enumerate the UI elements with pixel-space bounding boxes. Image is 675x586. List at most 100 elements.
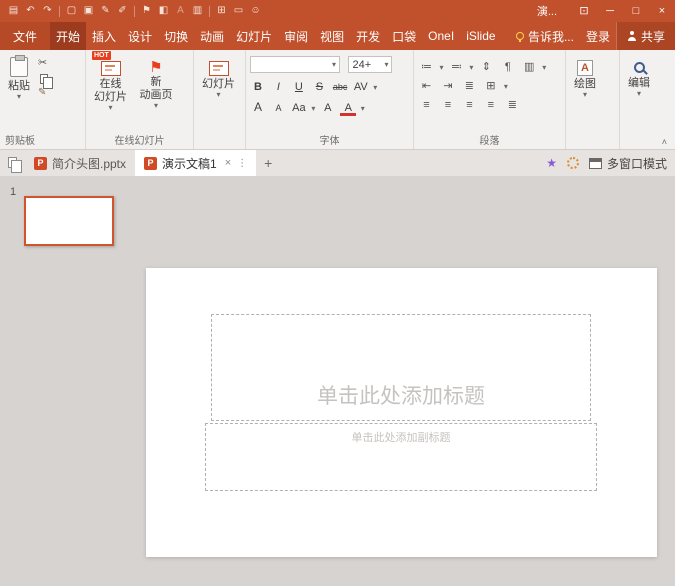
- login-button[interactable]: 登录: [580, 22, 616, 50]
- slide-canvas[interactable]: 单击此处添加标题 单击此处添加副标题: [146, 268, 657, 557]
- online-slides-group-label: 在线幻灯片: [86, 132, 193, 147]
- new-animation-label-line1: 新: [150, 76, 161, 89]
- tab-options-icon[interactable]: ⋮: [237, 158, 247, 169]
- minimize-button[interactable]: ─: [597, 0, 623, 22]
- new-animation-page-button[interactable]: ⚑ 新 动画页 ▾: [135, 56, 176, 111]
- paragraph-spacing-button[interactable]: ≣: [461, 78, 478, 93]
- drawing-button[interactable]: A 绘图 ▾: [570, 56, 600, 100]
- flag-icon[interactable]: ⚑: [138, 3, 155, 19]
- increase-indent-button[interactable]: ⇥: [439, 78, 456, 93]
- collapse-ribbon-button[interactable]: ˄: [662, 137, 667, 147]
- copy-icon[interactable]: [40, 74, 48, 84]
- clipboard-group-label: 剪贴板: [0, 132, 85, 147]
- close-tab-icon[interactable]: ×: [225, 157, 231, 169]
- align-left-button[interactable]: ≡: [418, 98, 435, 113]
- char-spacing-button[interactable]: AV: [353, 80, 369, 95]
- drawing-icon: A: [577, 60, 593, 76]
- bullets-button[interactable]: ≔: [418, 59, 435, 74]
- font-group: ▾ 24+ ▾ B I U S abc AV ▾ A A Aa ▾ A A ▾ …: [246, 50, 414, 149]
- paste-button[interactable]: 粘贴 ▾: [4, 56, 34, 102]
- tab-onei[interactable]: OneI: [422, 22, 460, 50]
- text-effects-button[interactable]: A: [320, 101, 336, 116]
- italic-button[interactable]: I: [270, 80, 286, 95]
- font-color-icon[interactable]: A: [172, 3, 189, 19]
- window-title: 演...: [537, 3, 571, 19]
- hot-badge: HOT: [92, 51, 111, 60]
- columns-button[interactable]: ▥: [521, 59, 538, 74]
- title-placeholder[interactable]: 单击此处添加标题: [211, 314, 591, 421]
- gear-icon[interactable]: [567, 157, 579, 169]
- decrease-indent-button[interactable]: ⇤: [418, 78, 435, 93]
- subtitle-placeholder[interactable]: 单击此处添加副标题: [205, 423, 597, 491]
- editing-button[interactable]: 编辑 ▾: [624, 56, 654, 99]
- fill-color-icon[interactable]: ◧: [155, 3, 172, 19]
- magic-wand-icon[interactable]: ★: [546, 156, 557, 170]
- chevron-down-icon: ▾: [108, 104, 112, 112]
- chevron-down-icon: ▾: [332, 61, 336, 69]
- align-right-button[interactable]: ≡: [461, 98, 478, 113]
- maximize-button[interactable]: □: [623, 0, 649, 22]
- magnifier-icon: [634, 62, 645, 73]
- underline-button[interactable]: U: [291, 80, 307, 95]
- user-icon[interactable]: ☺: [247, 3, 264, 19]
- align-center-button[interactable]: ≡: [439, 98, 456, 113]
- chevron-down-icon: ▾: [373, 83, 377, 92]
- numbering-button[interactable]: ≕: [448, 59, 465, 74]
- font-name-combo[interactable]: ▾: [250, 56, 340, 73]
- close-button[interactable]: ×: [649, 0, 675, 22]
- online-slides-button[interactable]: 在线 幻灯片 ▾: [90, 56, 131, 113]
- tab-review[interactable]: 审阅: [278, 22, 314, 50]
- justify-button[interactable]: ≡: [482, 98, 499, 113]
- shrink-font-button[interactable]: A: [270, 101, 286, 116]
- slide-icon: [209, 61, 229, 76]
- print-icon[interactable]: ▣: [80, 3, 97, 19]
- distribute-button[interactable]: ≣: [504, 97, 521, 112]
- tab-view[interactable]: 视图: [314, 22, 350, 50]
- save-icon[interactable]: ▤: [5, 3, 22, 19]
- tab-file[interactable]: 文件: [0, 22, 50, 50]
- window-icon: [589, 158, 602, 169]
- document-list-icon[interactable]: [8, 157, 17, 168]
- new-document-icon[interactable]: ▢: [63, 3, 80, 19]
- tab-design[interactable]: 设计: [122, 22, 158, 50]
- table-grid-icon[interactable]: ⊞: [213, 3, 230, 19]
- chevron-down-icon: ▾: [361, 104, 365, 113]
- change-case-button[interactable]: Aa: [291, 101, 307, 116]
- chevron-down-icon: ▾: [583, 91, 587, 99]
- restore-down-button[interactable]: ⊡: [571, 0, 597, 22]
- bold-button[interactable]: B: [250, 80, 266, 95]
- tab-transitions[interactable]: 切换: [158, 22, 194, 50]
- strikethrough-button[interactable]: S: [311, 80, 327, 95]
- new-tab-button[interactable]: +: [256, 150, 280, 176]
- undo-icon[interactable]: ↶: [22, 3, 39, 19]
- clear-format-button[interactable]: abc: [332, 80, 349, 95]
- tab-islide[interactable]: iSlide: [460, 22, 501, 50]
- tell-me-search[interactable]: 告诉我...: [510, 22, 580, 50]
- tab-home[interactable]: 开始: [50, 22, 86, 50]
- tab-slideshow[interactable]: 幻灯片: [230, 22, 278, 50]
- new-slide-button[interactable]: 幻灯片 ▾: [198, 56, 239, 100]
- multi-window-mode-button[interactable]: 多窗口模式: [589, 155, 667, 172]
- document-tab-inactive[interactable]: P 简介头图.pptx: [25, 150, 135, 176]
- font-size-combo[interactable]: 24+ ▾: [348, 56, 392, 73]
- share-button[interactable]: 共享: [616, 22, 675, 50]
- font-color-button[interactable]: A: [340, 103, 356, 116]
- slide-thumbnail[interactable]: [24, 196, 114, 246]
- document-tab-active[interactable]: P 演示文稿1 × ⋮: [135, 150, 256, 176]
- text-direction-button[interactable]: ¶: [499, 60, 516, 75]
- text-box-button[interactable]: ⊞: [482, 78, 499, 93]
- monitor-icon[interactable]: ▭: [230, 3, 247, 19]
- document-tab-bar: P 简介头图.pptx P 演示文稿1 × ⋮ + ★ 多窗口模式: [0, 150, 675, 176]
- line-spacing-button[interactable]: ⇕: [478, 59, 495, 74]
- grow-font-button[interactable]: A: [250, 100, 266, 115]
- tab-insert[interactable]: 插入: [86, 22, 122, 50]
- redo-icon[interactable]: ↷: [39, 3, 56, 19]
- ppt-file-icon: P: [144, 157, 157, 170]
- paste-options-icon[interactable]: ▥: [189, 3, 206, 19]
- tab-developer[interactable]: 开发: [350, 22, 386, 50]
- tab-animations[interactable]: 动画: [194, 22, 230, 50]
- cut-icon[interactable]: ✂: [38, 56, 48, 69]
- pen-icon[interactable]: ✐: [114, 3, 131, 19]
- format-painter-icon[interactable]: ✎: [97, 3, 114, 19]
- tab-pocket[interactable]: 口袋: [386, 22, 422, 50]
